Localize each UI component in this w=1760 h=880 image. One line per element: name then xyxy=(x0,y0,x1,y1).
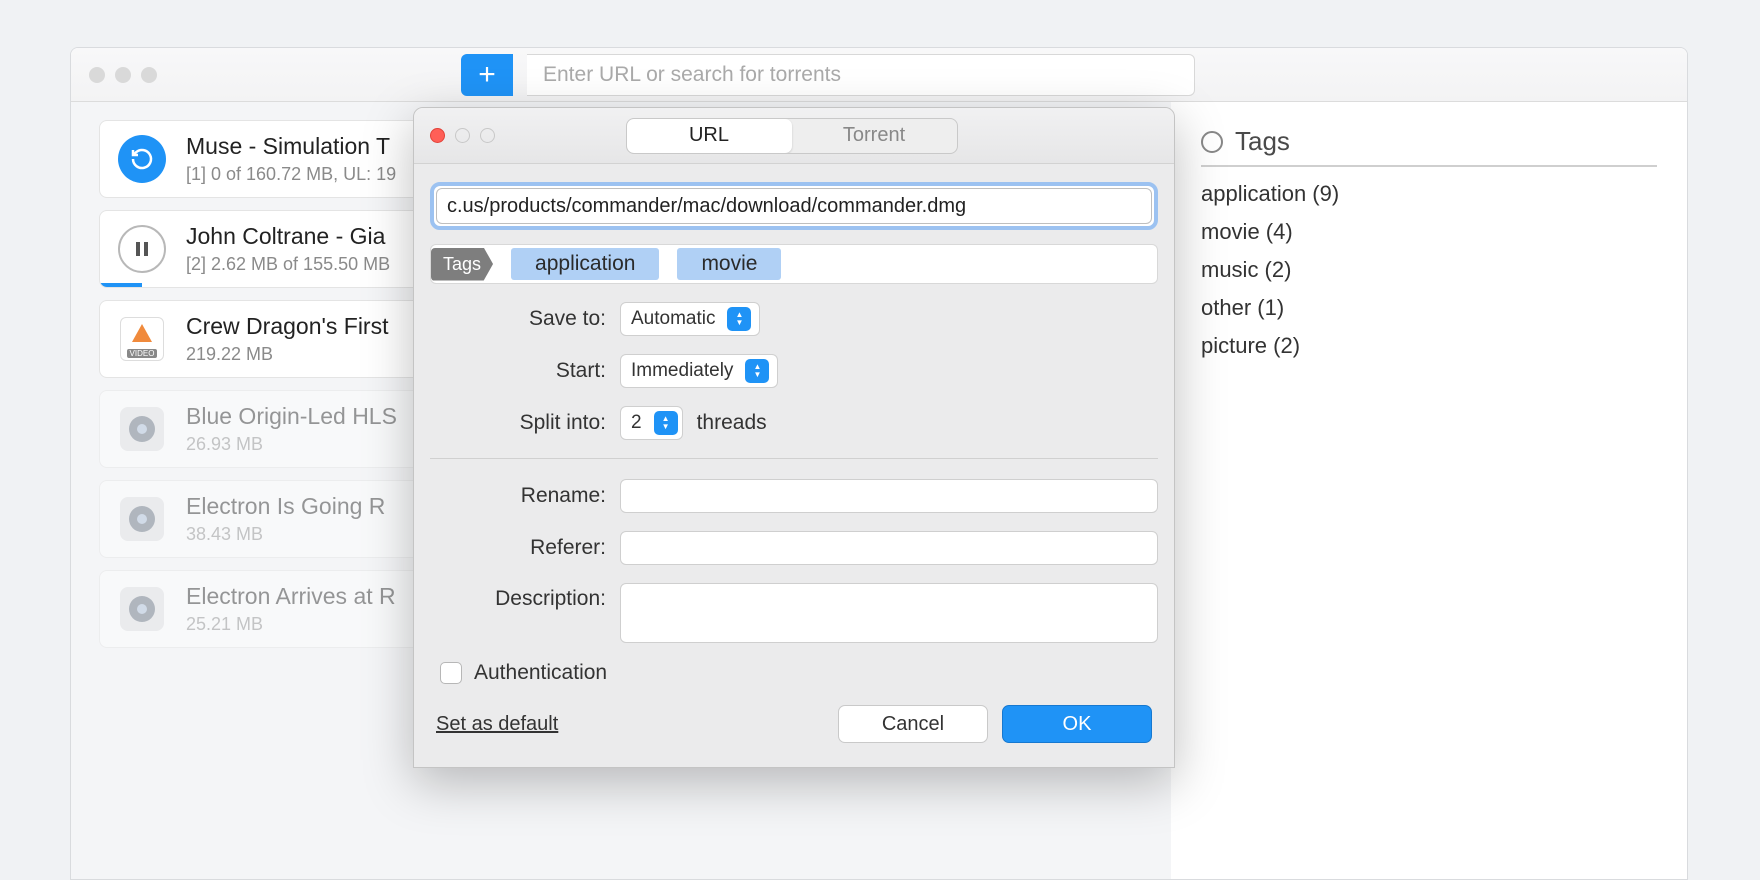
start-value: Immediately xyxy=(631,360,733,382)
titlebar: + xyxy=(71,48,1687,102)
minimize-icon xyxy=(455,128,470,143)
rename-label: Rename: xyxy=(430,484,606,508)
description-textarea[interactable] xyxy=(620,583,1158,643)
tags-field[interactable]: Tags application movie xyxy=(430,244,1158,284)
refresh-icon[interactable] xyxy=(118,135,166,183)
download-title: Electron Arrives at R xyxy=(186,583,396,610)
ok-button[interactable]: OK xyxy=(1002,705,1152,743)
save-to-select[interactable]: Automatic ▲▼ xyxy=(620,302,760,336)
mp4-file-icon xyxy=(118,495,166,543)
start-label: Start: xyxy=(430,359,606,383)
download-subtitle: [2] 2.62 MB of 155.50 MB xyxy=(186,254,390,275)
tags-title: Tags xyxy=(1235,126,1290,157)
referer-input[interactable] xyxy=(620,531,1158,565)
add-button[interactable]: + xyxy=(461,54,513,96)
download-subtitle: 38.43 MB xyxy=(186,524,385,545)
dialog-body: Tags application movie Save to: Automati… xyxy=(414,164,1174,767)
url-input[interactable] xyxy=(436,188,1152,224)
threads-suffix: threads xyxy=(697,411,767,435)
rename-input[interactable] xyxy=(620,479,1158,513)
set-as-default-link[interactable]: Set as default xyxy=(436,713,558,736)
save-to-value: Automatic xyxy=(631,308,715,330)
tab-url[interactable]: URL xyxy=(627,119,792,153)
download-title: Blue Origin-Led HLS xyxy=(186,403,397,430)
download-subtitle: 26.93 MB xyxy=(186,434,397,455)
close-icon[interactable] xyxy=(89,67,105,83)
description-label: Description: xyxy=(430,583,606,611)
divider xyxy=(430,458,1158,459)
start-select[interactable]: Immediately ▲▼ xyxy=(620,354,778,388)
tag-item-other[interactable]: other (1) xyxy=(1201,295,1657,321)
zoom-icon xyxy=(480,128,495,143)
referer-label: Referer: xyxy=(430,536,606,560)
download-title: Electron Is Going R xyxy=(186,493,385,520)
mp4-file-icon xyxy=(118,405,166,453)
tags-radio-icon[interactable] xyxy=(1201,131,1223,153)
video-file-icon: VIDEO xyxy=(118,315,166,363)
dialog-window-controls xyxy=(430,128,495,143)
chevron-updown-icon: ▲▼ xyxy=(654,411,678,435)
tag-item-movie[interactable]: movie (4) xyxy=(1201,219,1657,245)
url-field-focus-ring xyxy=(430,182,1158,230)
authentication-label: Authentication xyxy=(474,661,607,685)
tag-item-application[interactable]: application (9) xyxy=(1201,181,1657,207)
download-title: Muse - Simulation T xyxy=(186,133,396,160)
dialog-titlebar: URL Torrent xyxy=(414,108,1174,164)
chevron-updown-icon: ▲▼ xyxy=(745,359,769,383)
progress-bar xyxy=(100,283,142,288)
download-subtitle: 25.21 MB xyxy=(186,614,396,635)
search-input[interactable] xyxy=(527,54,1195,96)
tag-item-picture[interactable]: picture (2) xyxy=(1201,333,1657,359)
download-title: John Coltrane - Gia xyxy=(186,223,390,250)
tags-header[interactable]: Tags xyxy=(1201,126,1657,167)
split-into-label: Split into: xyxy=(430,411,606,435)
split-threads-stepper[interactable]: 2 ▲▼ xyxy=(620,406,683,440)
tags-label-badge: Tags xyxy=(431,248,493,281)
tab-torrent[interactable]: Torrent xyxy=(792,119,957,153)
add-download-dialog: URL Torrent Tags application movie Save … xyxy=(413,107,1175,768)
sidebar: Tags application (9) movie (4) music (2)… xyxy=(1171,102,1687,879)
download-subtitle: 219.22 MB xyxy=(186,344,389,365)
tag-list: application (9) movie (4) music (2) othe… xyxy=(1201,181,1657,359)
save-to-label: Save to: xyxy=(430,307,606,331)
mp4-file-icon xyxy=(118,585,166,633)
plus-icon: + xyxy=(478,58,496,92)
cancel-button[interactable]: Cancel xyxy=(838,705,988,743)
authentication-checkbox[interactable] xyxy=(440,662,462,684)
close-icon[interactable] xyxy=(430,128,445,143)
zoom-icon[interactable] xyxy=(141,67,157,83)
tag-chip-movie[interactable]: movie xyxy=(677,248,781,280)
minimize-icon[interactable] xyxy=(115,67,131,83)
window-controls xyxy=(89,67,157,83)
tag-chip-application[interactable]: application xyxy=(511,248,659,280)
download-subtitle: [1] 0 of 160.72 MB, UL: 19 xyxy=(186,164,396,185)
pause-icon[interactable] xyxy=(118,225,166,273)
split-value: 2 xyxy=(631,412,642,434)
download-title: Crew Dragon's First xyxy=(186,313,389,340)
tab-segmented-control: URL Torrent xyxy=(626,118,958,154)
chevron-updown-icon: ▲▼ xyxy=(727,307,751,331)
tag-item-music[interactable]: music (2) xyxy=(1201,257,1657,283)
